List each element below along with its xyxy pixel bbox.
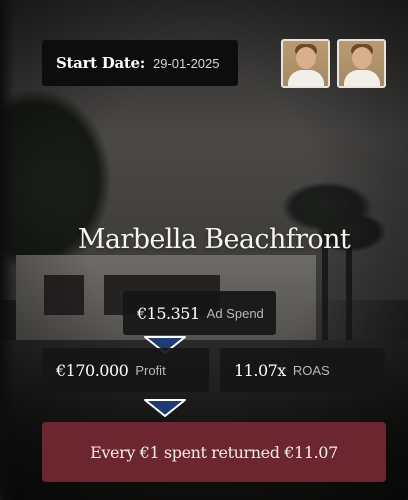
profit-metric: €170.000 Profit xyxy=(42,348,209,392)
start-date-label: Start Date: xyxy=(56,54,145,72)
roas-label: ROAS xyxy=(292,362,330,378)
down-arrow-icon xyxy=(144,399,186,417)
project-card: Start Date: 29-01-2025 Marbella Beachfro… xyxy=(0,0,408,500)
roas-value: 11.07x xyxy=(234,360,286,380)
roas-metric: 11.07x ROAS xyxy=(220,348,385,392)
person-avatar-icon xyxy=(337,39,386,88)
profit-label: Profit xyxy=(135,362,166,378)
ad-spend-value: €15.351 xyxy=(137,303,200,323)
person-avatar-icon xyxy=(281,39,330,88)
ad-spend-metric: €15.351 Ad Spend xyxy=(123,291,276,335)
property-title: Marbella Beachfront xyxy=(77,224,351,255)
start-date-badge: Start Date: 29-01-2025 xyxy=(42,40,238,86)
roi-summary-banner: Every €1 spent returned €11.07 xyxy=(42,422,386,482)
ad-spend-label: Ad Spend xyxy=(206,305,264,321)
profit-value: €170.000 xyxy=(56,360,129,380)
start-date-value: 29-01-2025 xyxy=(152,55,220,71)
